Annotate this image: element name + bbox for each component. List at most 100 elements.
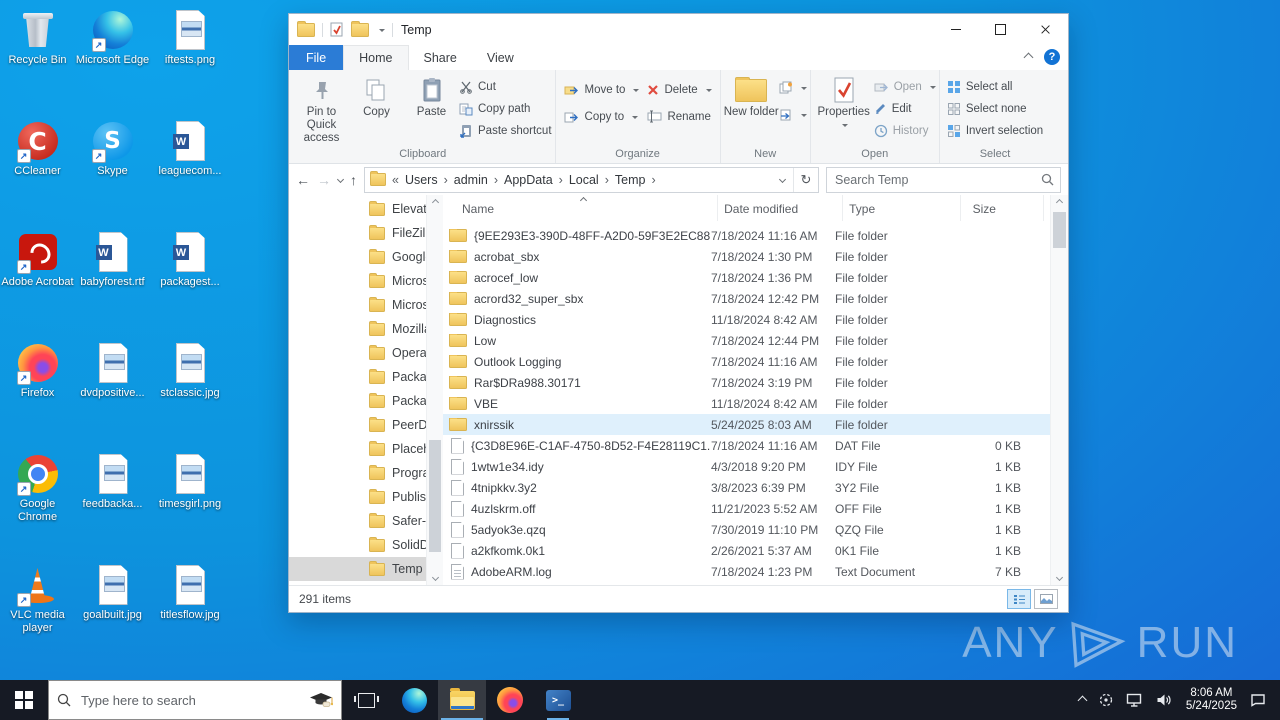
table-row[interactable]: Rar$DRa988.30171 7/18/2024 3:19 PM File … bbox=[443, 372, 1050, 393]
breadcrumb-separator[interactable]: › bbox=[558, 173, 564, 187]
table-row[interactable]: a2kfkomk.0k1 2/26/2021 5:37 AM 0K1 File … bbox=[443, 540, 1050, 561]
table-row[interactable]: xnirssik 5/24/2025 8:03 AM File folder bbox=[443, 414, 1050, 435]
details-view-button[interactable] bbox=[1007, 589, 1031, 609]
table-row[interactable]: 4uzlskrm.off 11/21/2023 5:52 AM OFF File… bbox=[443, 498, 1050, 519]
desktop-icon[interactable]: VLC media player bbox=[0, 559, 75, 670]
help-icon[interactable]: ? bbox=[1044, 49, 1060, 65]
qat-customize-chevron-icon[interactable] bbox=[379, 28, 385, 35]
desktop-icon[interactable]: dvdpositive... bbox=[75, 337, 150, 448]
tree-item[interactable]: FileZilla bbox=[289, 221, 426, 245]
nav-scrollbar[interactable] bbox=[426, 195, 443, 585]
desktop-icon[interactable]: titlesflow.jpg bbox=[153, 559, 228, 670]
search-input[interactable] bbox=[833, 171, 1036, 188]
tab-share[interactable]: Share bbox=[409, 45, 472, 70]
tray-sync-icon[interactable] bbox=[1099, 693, 1113, 707]
recent-locations-chevron-icon[interactable] bbox=[336, 175, 345, 184]
tree-item[interactable]: Placeho bbox=[289, 437, 426, 461]
tree-item[interactable]: Microso bbox=[289, 269, 426, 293]
tray-expand-chevron-icon[interactable] bbox=[1077, 695, 1088, 705]
breadcrumb-separator[interactable]: › bbox=[650, 173, 656, 187]
tree-item[interactable]: Microso bbox=[289, 293, 426, 317]
edit-button[interactable]: Edit bbox=[874, 101, 936, 116]
address-bar[interactable]: « Users › admin › AppData › Local › Temp… bbox=[364, 166, 819, 193]
table-row[interactable]: Diagnostics 11/18/2024 8:42 AM File fold… bbox=[443, 309, 1050, 330]
forward-button[interactable]: → bbox=[317, 173, 331, 187]
desktop-icon[interactable]: feedbacka... bbox=[75, 448, 150, 559]
tree-item[interactable]: Temp bbox=[289, 557, 426, 581]
scroll-up-icon[interactable] bbox=[427, 195, 443, 210]
open-button[interactable]: Open bbox=[874, 79, 936, 94]
taskbar-powershell-button[interactable]: >_ bbox=[534, 680, 582, 720]
breadcrumb-separator[interactable]: › bbox=[604, 173, 610, 187]
back-button[interactable]: ← bbox=[296, 173, 310, 187]
desktop-icon[interactable]: leaguecom... bbox=[153, 115, 228, 226]
table-row[interactable]: Outlook Logging 7/18/2024 11:16 AM File … bbox=[443, 351, 1050, 372]
scroll-down-icon[interactable] bbox=[1051, 570, 1068, 585]
column-header-date-modified[interactable]: Date modified bbox=[718, 195, 844, 221]
table-row[interactable]: {C3D8E96E-C1AF-4750-8D52-F4E28119C1... 7… bbox=[443, 435, 1050, 456]
desktop-icon[interactable]: goalbuilt.jpg bbox=[75, 559, 150, 670]
paste-button[interactable]: Paste bbox=[404, 70, 459, 147]
rename-button[interactable]: Rename bbox=[647, 109, 711, 124]
minimize-button[interactable] bbox=[933, 14, 978, 45]
tree-item[interactable]: PeerDis bbox=[289, 413, 426, 437]
tab-home[interactable]: Home bbox=[343, 45, 409, 70]
cut-button[interactable]: Cut bbox=[459, 79, 552, 94]
table-row[interactable]: {9EE293E3-390D-48FF-A2D0-59F3E2EC88... 7… bbox=[443, 225, 1050, 246]
breadcrumb-temp[interactable]: Temp bbox=[615, 173, 646, 187]
up-button[interactable]: ↑ bbox=[350, 173, 357, 187]
table-row[interactable]: Low 7/18/2024 12:44 PM File folder bbox=[443, 330, 1050, 351]
select-all-button[interactable]: Select all bbox=[947, 79, 1043, 94]
pin-to-quick-access-button[interactable]: Pin to Quick access bbox=[294, 70, 349, 147]
tree-item[interactable]: Packag bbox=[289, 389, 426, 413]
desktop-icon[interactable]: Skype bbox=[75, 115, 150, 226]
refresh-button[interactable]: ↻ bbox=[793, 167, 818, 192]
copy-path-button[interactable]: Copy path bbox=[459, 101, 552, 116]
history-button[interactable]: History bbox=[874, 123, 936, 138]
column-header-size[interactable]: Size bbox=[961, 195, 1044, 221]
collapse-ribbon-icon[interactable] bbox=[1023, 52, 1034, 62]
taskbar-search[interactable] bbox=[48, 680, 342, 720]
table-row[interactable]: VBE 11/18/2024 8:42 AM File folder bbox=[443, 393, 1050, 414]
tree-item[interactable]: Elevate bbox=[289, 197, 426, 221]
search-box[interactable] bbox=[826, 166, 1061, 193]
taskbar-file-explorer-button[interactable] bbox=[438, 680, 486, 720]
taskbar-firefox-button[interactable] bbox=[486, 680, 534, 720]
title-bar[interactable]: Temp bbox=[289, 14, 1068, 45]
copy-to-button[interactable]: Copy to bbox=[564, 109, 640, 124]
delete-button[interactable]: Delete bbox=[647, 82, 712, 97]
desktop-icon[interactable]: Google Chrome bbox=[0, 448, 75, 559]
move-to-button[interactable]: Move to bbox=[564, 82, 640, 97]
desktop-icon[interactable]: babyforest.rtf bbox=[75, 226, 150, 337]
list-scrollbar[interactable] bbox=[1050, 195, 1068, 585]
scrollbar-thumb[interactable] bbox=[429, 440, 441, 552]
breadcrumb-users[interactable]: Users bbox=[405, 173, 438, 187]
table-row[interactable]: AdobeARM.log 7/18/2024 1:23 PM Text Docu… bbox=[443, 561, 1050, 582]
desktop-icon[interactable]: CCleaner bbox=[0, 115, 75, 226]
address-dropdown-chevron-icon[interactable] bbox=[778, 175, 787, 184]
tree-item[interactable]: Safer-N bbox=[289, 509, 426, 533]
scroll-down-icon[interactable] bbox=[427, 570, 443, 585]
desktop-icon[interactable]: timesgirl.png bbox=[153, 448, 228, 559]
tree-item[interactable]: Google bbox=[289, 245, 426, 269]
properties-button[interactable]: Properties bbox=[814, 70, 874, 147]
column-header-type[interactable]: Type bbox=[843, 195, 961, 221]
table-row[interactable]: acrord32_super_sbx 7/18/2024 12:42 PM Fi… bbox=[443, 288, 1050, 309]
table-row[interactable]: acrobat_sbx 7/18/2024 1:30 PM File folde… bbox=[443, 246, 1050, 267]
tree-item[interactable]: Publish bbox=[289, 485, 426, 509]
close-button[interactable] bbox=[1023, 14, 1068, 45]
maximize-button[interactable] bbox=[978, 14, 1023, 45]
desktop-icon[interactable]: Microsoft Edge bbox=[75, 4, 150, 115]
copy-button[interactable]: Copy bbox=[349, 70, 404, 147]
table-row[interactable]: 5adyok3e.qzq 7/30/2019 11:10 PM QZQ File… bbox=[443, 519, 1050, 540]
new-folder-button[interactable]: New folder bbox=[724, 70, 779, 147]
desktop-icon[interactable]: Adobe Acrobat bbox=[0, 226, 75, 337]
paste-shortcut-button[interactable]: Paste shortcut bbox=[459, 123, 552, 138]
tab-view[interactable]: View bbox=[472, 45, 529, 70]
tree-item[interactable]: Program bbox=[289, 461, 426, 485]
scroll-up-icon[interactable] bbox=[1051, 195, 1068, 210]
desktop-icon[interactable]: packagest... bbox=[153, 226, 228, 337]
breadcrumb-admin[interactable]: admin bbox=[454, 173, 488, 187]
tree-item[interactable]: Packag bbox=[289, 365, 426, 389]
qat-properties-button[interactable] bbox=[330, 22, 344, 37]
